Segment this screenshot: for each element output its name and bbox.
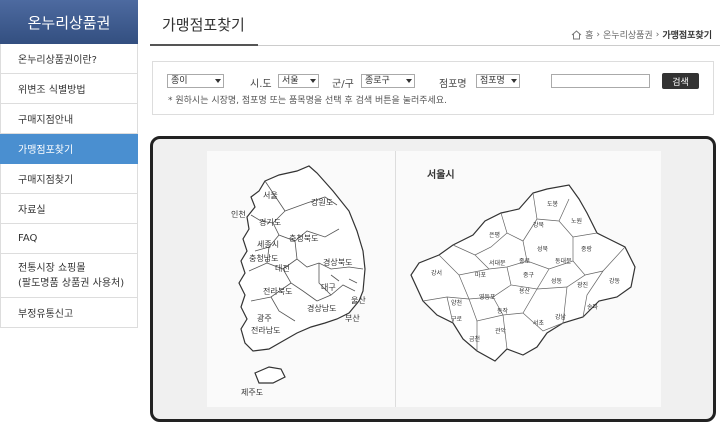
- chevron-down-icon: [511, 79, 517, 83]
- seoul-map: 서울시 도봉 노원 강북 은평 성북 중랑 종로 동대문 서대문 마포 중구 성…: [410, 168, 636, 362]
- chevron-down-icon: [310, 79, 316, 83]
- seoul-map-title: 서울시: [427, 168, 455, 181]
- district-dobong[interactable]: 도봉: [547, 200, 559, 208]
- district-yangcheon[interactable]: 양천: [451, 299, 462, 307]
- breadcrumb: 홈 › 온누리상품권 › 가맹점포찾기: [571, 28, 712, 41]
- district-yeongdeungpo[interactable]: 영등포: [479, 293, 496, 301]
- type-select[interactable]: 종이: [167, 74, 224, 88]
- district-gwanak[interactable]: 관악: [495, 327, 507, 335]
- district-gangdong[interactable]: 강동: [609, 277, 621, 285]
- sidebar-item-about[interactable]: 온누리상품권이란?: [0, 44, 138, 74]
- header-divider: [258, 45, 720, 46]
- district-gwangjin[interactable]: 광진: [577, 281, 588, 289]
- chevron-down-icon: [406, 79, 412, 83]
- sidebar-item-purchase-search[interactable]: 구매지점찾기: [0, 164, 138, 194]
- sido-select[interactable]: 서울: [278, 74, 319, 88]
- sidebar-item-mall-line2: (팔도명품 상품권 사용처): [18, 277, 125, 289]
- breadcrumb-current: 가맹점포찾기: [662, 31, 712, 41]
- breadcrumb-home[interactable]: 홈: [585, 28, 593, 41]
- sidebar-item-store-search[interactable]: 가맹점포찾기: [0, 134, 138, 164]
- district-dongdaemun[interactable]: 동대문: [555, 257, 572, 265]
- district-gangbuk[interactable]: 강북: [533, 221, 545, 229]
- search-panel: 종이 시.도 서울 군/구 종로구 점포명 점포명 검색 * 원하시는 시장명,…: [152, 61, 714, 115]
- sidebar-item-mall[interactable]: 전통시장 쇼핑몰 (팔도명품 상품권 사용처): [0, 254, 138, 298]
- search-hint: * 원하시는 시장명, 점포명 또는 품목명을 선택 후 검색 버튼을 눌러주세…: [168, 96, 447, 106]
- breadcrumb-section[interactable]: 온누리상품권: [603, 28, 653, 41]
- district-nowon[interactable]: 노원: [571, 217, 582, 225]
- district-junggu[interactable]: 중구: [523, 272, 535, 279]
- sidebar-item-forgery[interactable]: 위변조 식별방법: [0, 74, 138, 104]
- keyword-input[interactable]: [551, 74, 650, 88]
- district-geumcheon[interactable]: 금천: [469, 335, 480, 343]
- sidebar: 온누리상품권 온누리상품권이란? 위변조 식별방법 구매지점안내 가맹점포찾기 …: [0, 0, 138, 328]
- gugun-label: 군/구: [332, 79, 354, 90]
- district-jungnang[interactable]: 중랑: [581, 246, 593, 253]
- sidebar-item-mall-line1: 전통시장 쇼핑몰: [18, 262, 86, 274]
- store-select[interactable]: 점포명: [476, 74, 520, 88]
- sidebar-item-library[interactable]: 자료실: [0, 194, 138, 224]
- chevron-down-icon: [215, 79, 221, 83]
- district-yongsan[interactable]: 용산: [519, 287, 531, 295]
- gugun-select-value: 종로구: [365, 76, 390, 86]
- sido-select-value: 서울: [282, 76, 299, 86]
- sidebar-item-report[interactable]: 부정유통신고: [0, 298, 138, 328]
- sidebar-item-purchase-info[interactable]: 구매지점안내: [0, 104, 138, 134]
- home-icon[interactable]: [571, 29, 582, 40]
- district-eunpyeong[interactable]: 은평: [489, 231, 500, 239]
- gugun-select[interactable]: 종로구: [361, 74, 415, 88]
- store-select-value: 점포명: [480, 76, 505, 86]
- district-seocho[interactable]: 서초: [533, 319, 545, 327]
- district-gangseo[interactable]: 강서: [431, 269, 442, 277]
- district-songpa[interactable]: 송파: [587, 303, 599, 311]
- breadcrumb-separator: ›: [655, 29, 660, 40]
- store-label: 점포명: [439, 79, 467, 90]
- page-title: 가맹점포찾기: [150, 14, 258, 46]
- district-guro[interactable]: 구로: [451, 316, 463, 323]
- district-seodaemun[interactable]: 서대문: [489, 259, 506, 267]
- sidebar-item-faq[interactable]: FAQ: [0, 224, 138, 254]
- sido-label: 시.도: [250, 79, 272, 90]
- district-dongjak[interactable]: 동작: [497, 308, 509, 315]
- map-frame: 서울 인천 경기도 강원도 충청북도 세종시 충청남도 대전 경상북도 대구 전…: [150, 136, 716, 422]
- breadcrumb-separator: ›: [596, 29, 601, 40]
- search-button[interactable]: 검색: [662, 73, 699, 89]
- map-area: 서울 인천 경기도 강원도 충청북도 세종시 충청남도 대전 경상북도 대구 전…: [207, 151, 661, 407]
- type-select-value: 종이: [171, 76, 188, 86]
- sidebar-title: 온누리상품권: [0, 0, 138, 44]
- district-seongbuk[interactable]: 성북: [537, 245, 549, 253]
- district-mapo[interactable]: 마포: [475, 271, 487, 279]
- district-jongno[interactable]: 종로: [519, 258, 531, 265]
- district-seongdong[interactable]: 성동: [551, 277, 563, 285]
- district-gangnam[interactable]: 강남: [555, 313, 567, 321]
